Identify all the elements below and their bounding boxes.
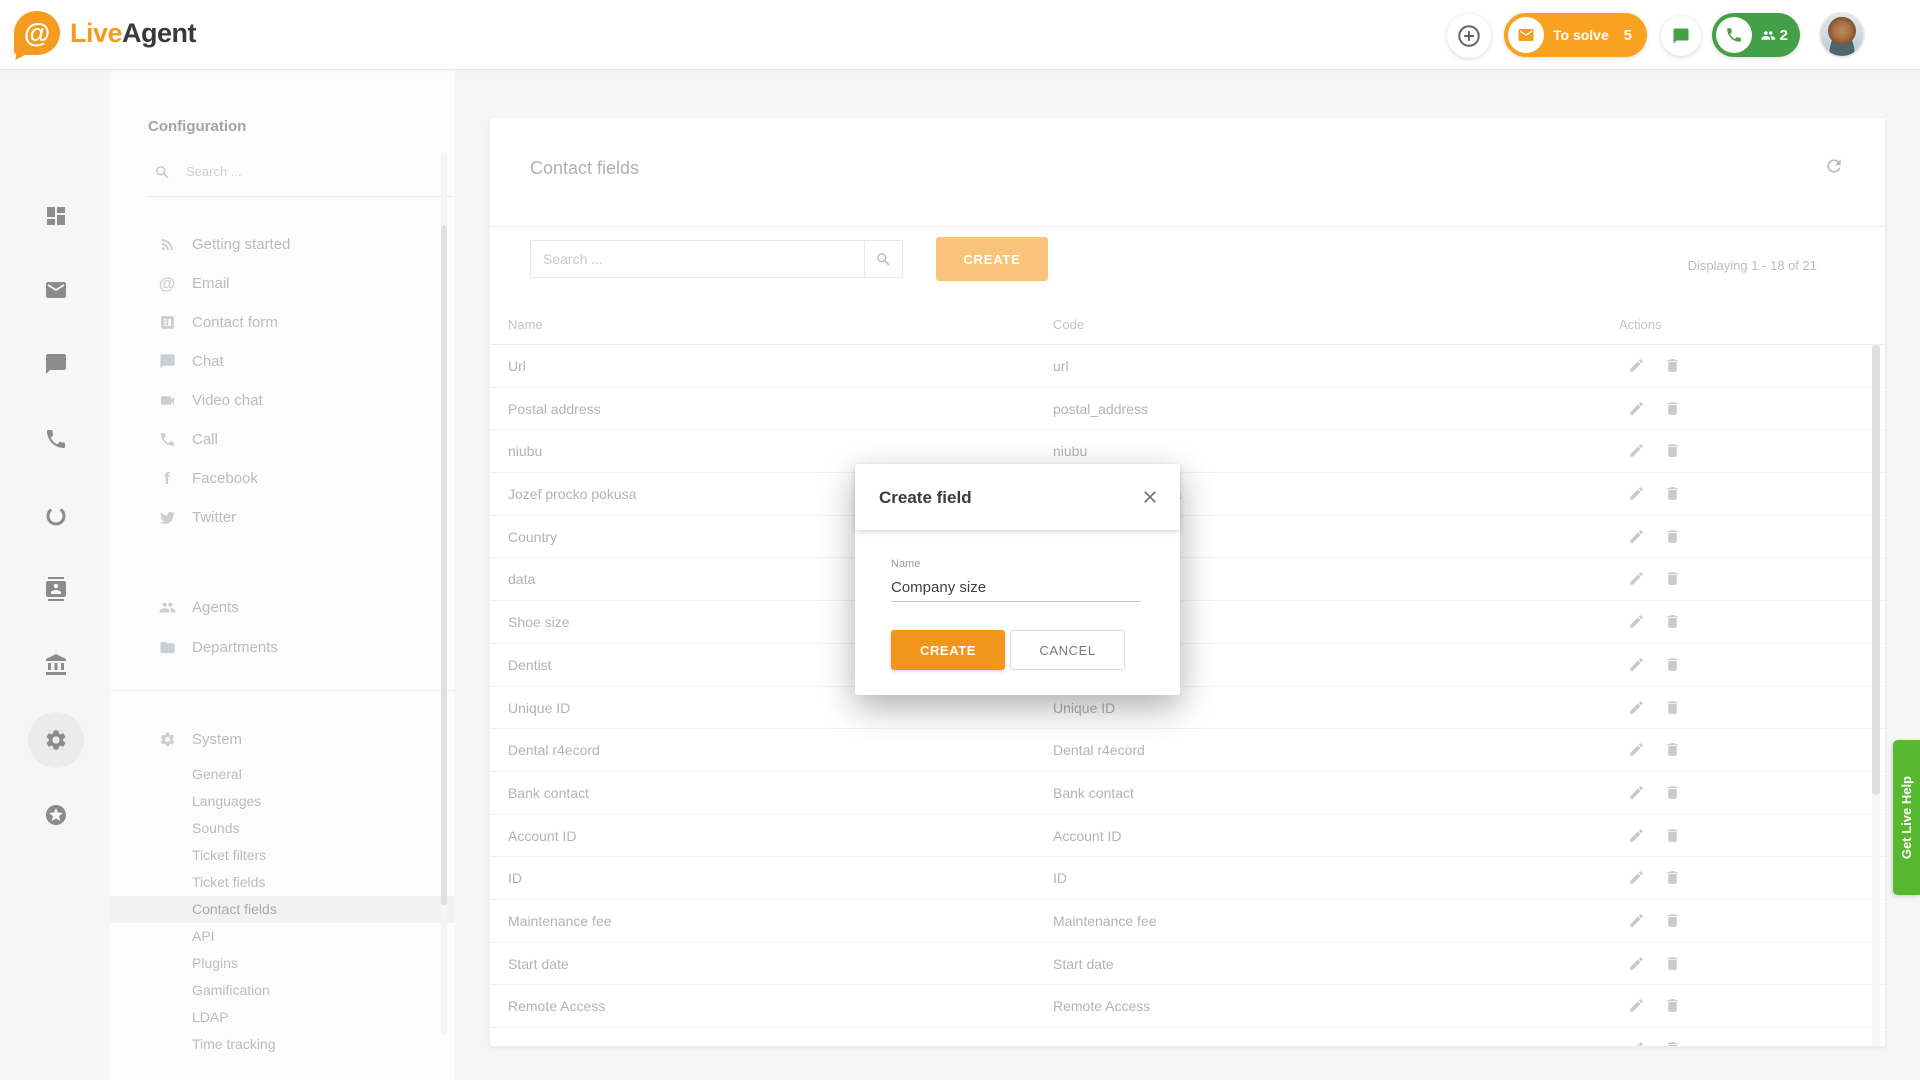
liveagent-logo[interactable]: @ LiveAgent <box>14 11 196 55</box>
name-field-input[interactable] <box>891 574 1141 602</box>
add-button[interactable] <box>1447 14 1491 58</box>
top-bar: @ LiveAgent To solve 5 2 <box>0 0 1920 70</box>
brand-live: Live <box>70 18 122 48</box>
name-field-label: Name <box>891 558 920 570</box>
dialog-body: Name CREATE CANCEL <box>855 530 1180 695</box>
chat-bubble-icon <box>1672 27 1690 45</box>
to-solve-count: 5 <box>1624 27 1632 44</box>
calls-badge[interactable]: 2 <box>1712 13 1800 57</box>
close-button[interactable] <box>1132 479 1168 515</box>
liveagent-app: @ LiveAgent To solve 5 2 <box>0 0 1920 1080</box>
close-icon <box>1140 487 1160 507</box>
envelope-icon <box>1517 26 1535 44</box>
dialog-create-button[interactable]: CREATE <box>891 630 1005 670</box>
plus-circle-icon <box>1456 23 1482 49</box>
help-tab-label: Get Live Help <box>1899 776 1914 859</box>
liveagent-logo-icon: @ <box>14 11 60 55</box>
phone-icon <box>1725 26 1743 44</box>
brand-text: LiveAgent <box>70 18 196 49</box>
brand-agent: Agent <box>122 18 196 48</box>
to-solve-label: To solve <box>1553 27 1609 43</box>
phone-circle <box>1716 17 1752 53</box>
dialog-title: Create field <box>879 488 972 508</box>
dialog-cancel-button[interactable]: CANCEL <box>1010 630 1125 670</box>
chats-button[interactable] <box>1661 16 1701 56</box>
mail-circle <box>1508 17 1544 53</box>
dialog-header: Create field <box>855 464 1180 530</box>
get-live-help-tab[interactable]: Get Live Help <box>1893 740 1920 895</box>
create-field-dialog: Create field Name CREATE CANCEL <box>855 464 1180 695</box>
calls-count: 2 <box>1780 27 1788 44</box>
to-solve-badge[interactable]: To solve 5 <box>1504 13 1647 57</box>
user-avatar[interactable] <box>1819 12 1865 58</box>
people-icon <box>1761 27 1776 44</box>
